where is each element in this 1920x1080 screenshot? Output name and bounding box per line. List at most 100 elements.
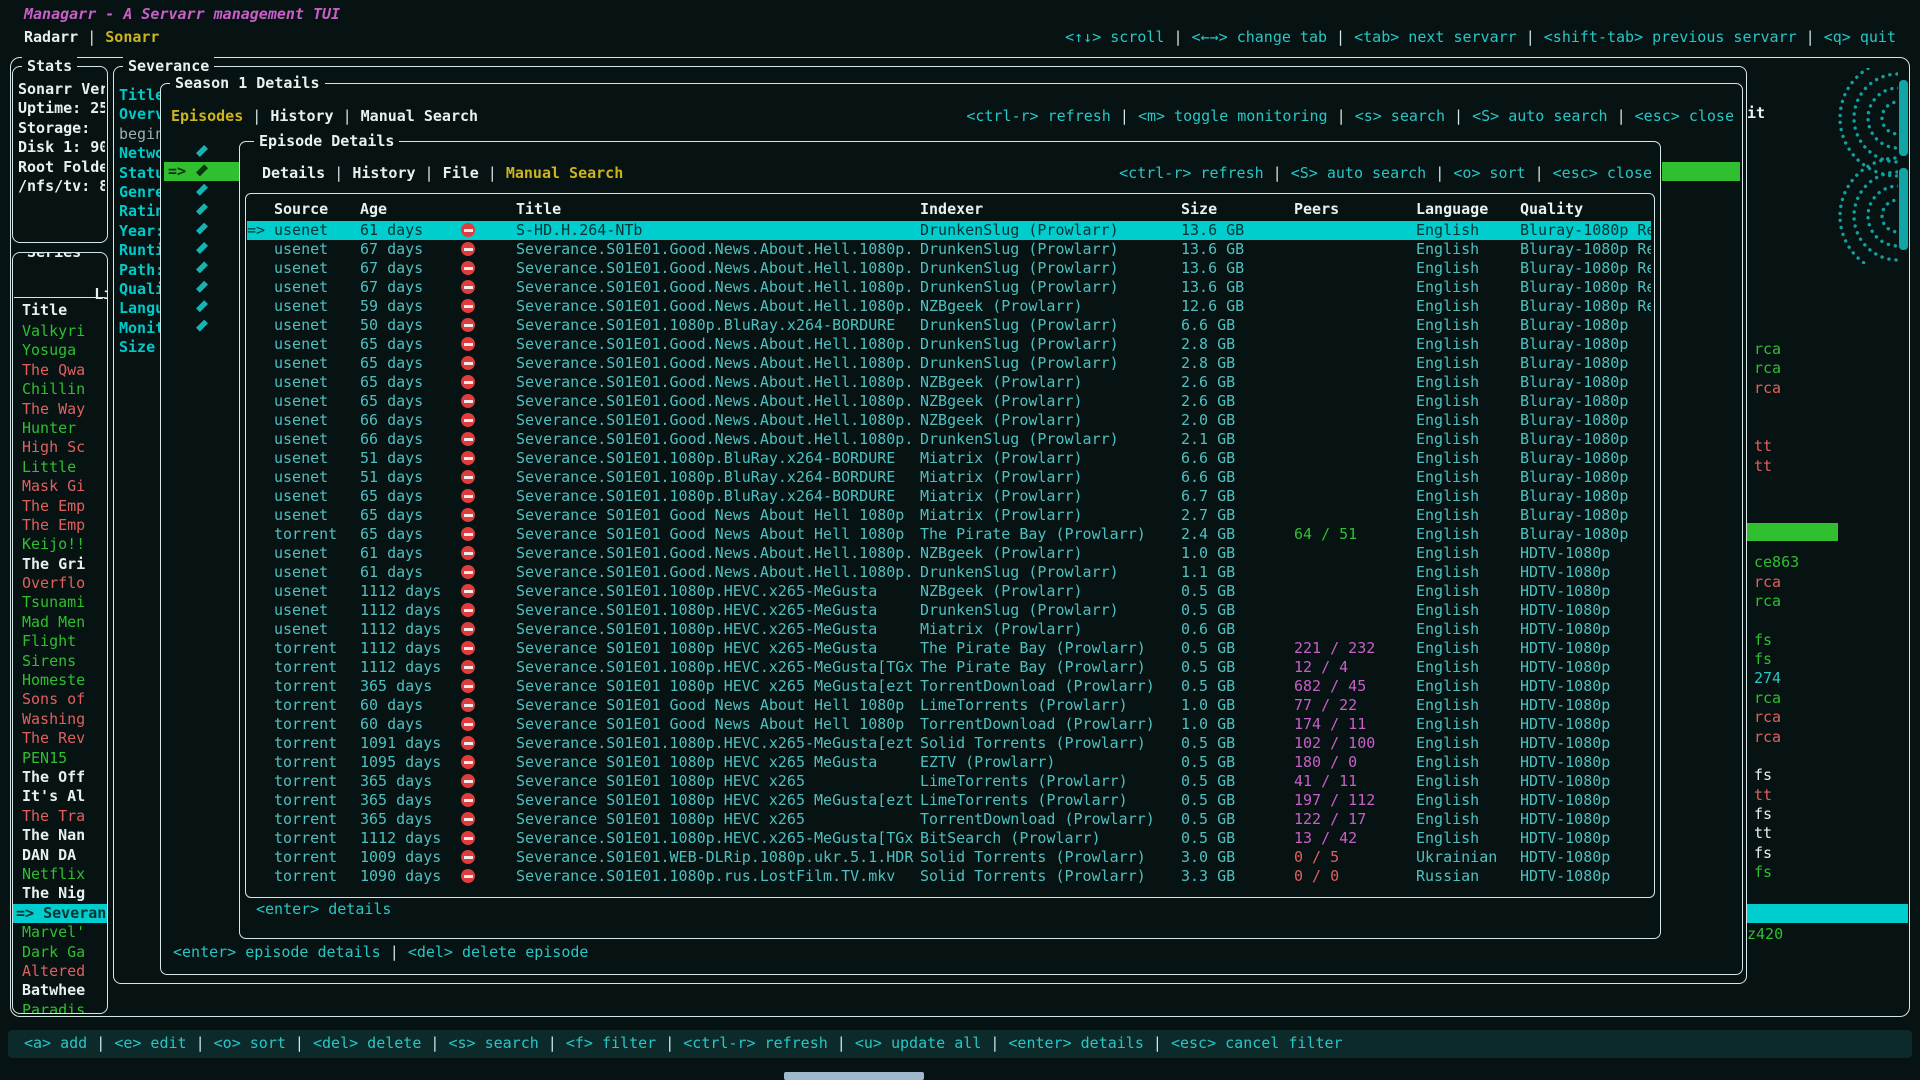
row-marker <box>247 373 274 392</box>
season-tab-history[interactable]: History <box>270 107 333 125</box>
episode-tab-details[interactable]: Details <box>262 164 325 182</box>
series-item-mask-gi[interactable]: Mask Gi <box>13 477 107 496</box>
release-row[interactable]: usenet65 daysSeverance.S01E01.Good.News.… <box>247 392 1651 411</box>
release-row[interactable]: usenet65 daysSeverance.S01E01.1080p.BluR… <box>247 487 1651 506</box>
release-row[interactable]: torrent365 daysSeverance S01E01 1080p HE… <box>247 810 1651 829</box>
release-row[interactable]: usenet61 daysSeverance.S01E01.Good.News.… <box>247 563 1651 582</box>
release-row[interactable]: usenet65 daysSeverance.S01E01.Good.News.… <box>247 373 1651 392</box>
series-item-the-gri[interactable]: The Gri <box>13 555 107 574</box>
series-item-chillin[interactable]: Chillin <box>13 380 107 399</box>
servarr-tab-sonarr[interactable]: Sonarr <box>105 28 159 46</box>
row-marker <box>247 867 274 886</box>
series-item-the-off[interactable]: The Off <box>13 768 107 787</box>
series-item-paradis[interactable]: Paradis <box>13 1001 107 1014</box>
release-row[interactable]: usenet66 daysSeverance.S01E01.Good.News.… <box>247 430 1651 449</box>
release-peers <box>1294 221 1416 240</box>
episode-tab-file[interactable]: File <box>443 164 479 182</box>
series-item-tsunami[interactable]: Tsunami <box>13 593 107 612</box>
series-item-homeste[interactable]: Homeste <box>13 671 107 690</box>
episode-tab-manual-search[interactable]: Manual Search <box>506 164 623 182</box>
series-item-high-sc[interactable]: High Sc <box>13 438 107 457</box>
series-item-flight[interactable]: Flight <box>13 632 107 651</box>
series-item-dan-da[interactable]: DAN DA <box>13 846 107 865</box>
selected-episode-row-fragment[interactable] <box>1662 162 1740 181</box>
release-peers: 221 / 232 <box>1294 639 1416 658</box>
release-row[interactable]: usenet59 daysSeverance.S01E01.Good.News.… <box>247 297 1651 316</box>
release-row[interactable]: torrent1112 daysSeverance.S01E01.1080p.H… <box>247 658 1651 677</box>
series-item-netflix[interactable]: Netflix <box>13 865 107 884</box>
servarr-tab-radarr[interactable]: Radarr <box>24 28 78 46</box>
series-item-the-way[interactable]: The Way <box>13 400 107 419</box>
release-row[interactable]: usenet67 daysSeverance.S01E01.Good.News.… <box>247 240 1651 259</box>
series-item-dark-ga[interactable]: Dark Ga <box>13 943 107 962</box>
series-item-it-s-al[interactable]: It's Al <box>13 787 107 806</box>
stats-line: /nfs/tv: 8 <box>18 177 105 196</box>
release-row[interactable]: usenet51 daysSeverance.S01E01.1080p.BluR… <box>247 449 1651 468</box>
series-item-sirens[interactable]: Sirens <box>13 652 107 671</box>
release-row[interactable]: torrent1112 daysSeverance.S01E01.1080p.H… <box>247 829 1651 848</box>
season-tab-manual-search[interactable]: Manual Search <box>361 107 478 125</box>
scrollbar-thumb[interactable] <box>1899 80 1908 156</box>
release-reject-cell <box>461 829 516 848</box>
release-row[interactable]: torrent365 daysSeverance S01E01 1080p HE… <box>247 772 1651 791</box>
release-row[interactable]: torrent60 daysSeverance S01E01 Good News… <box>247 696 1651 715</box>
release-row[interactable]: usenet65 daysSeverance S01E01 Good News … <box>247 506 1651 525</box>
series-item-the-emp[interactable]: The Emp <box>13 497 107 516</box>
rejected-icon <box>461 736 475 750</box>
episode-tab-history[interactable]: History <box>352 164 415 182</box>
release-row[interactable]: usenet65 daysSeverance.S01E01.Good.News.… <box>247 335 1651 354</box>
release-row[interactable]: usenet65 daysSeverance.S01E01.Good.News.… <box>247 354 1651 373</box>
row-marker <box>247 753 274 772</box>
release-language: English <box>1416 411 1520 430</box>
series-column-header: Title <box>13 301 67 320</box>
release-row[interactable]: usenet51 daysSeverance.S01E01.1080p.BluR… <box>247 468 1651 487</box>
release-quality: Bluray-1080p <box>1520 373 1651 392</box>
release-title: Severance.S01E01.1080p.HEVC.x265-MeGusta <box>516 582 920 601</box>
series-item-the-rev[interactable]: The Rev <box>13 729 107 748</box>
series-item-marvel-[interactable]: Marvel' <box>13 923 107 942</box>
series-item-the-qwa[interactable]: The Qwa <box>13 361 107 380</box>
release-size: 0.5 GB <box>1181 677 1294 696</box>
release-row[interactable]: torrent1090 daysSeverance.S01E01.1080p.r… <box>247 867 1651 886</box>
release-row[interactable]: torrent1009 daysSeverance.S01E01.WEB-DLR… <box>247 848 1651 867</box>
series-item-little[interactable]: Little <box>13 458 107 477</box>
release-row[interactable]: usenet1112 daysSeverance.S01E01.1080p.HE… <box>247 582 1651 601</box>
series-item-sons-of[interactable]: Sons of <box>13 690 107 709</box>
release-title: Severance S01E01 1080p HEVC x265 <box>516 810 920 829</box>
release-row[interactable]: usenet1112 daysSeverance.S01E01.1080p.HE… <box>247 620 1651 639</box>
release-row[interactable]: usenet61 daysSeverance.S01E01.Good.News.… <box>247 544 1651 563</box>
season-tab-episodes[interactable]: Episodes <box>171 107 243 125</box>
series-item-hunter[interactable]: Hunter <box>13 419 107 438</box>
release-row[interactable]: torrent1091 daysSeverance.S01E01.1080p.H… <box>247 734 1651 753</box>
release-row[interactable]: torrent1095 daysSeverance S01E01 1080p H… <box>247 753 1651 772</box>
release-row[interactable]: usenet50 daysSeverance.S01E01.1080p.BluR… <box>247 316 1651 335</box>
series-item-pen15[interactable]: PEN15 <box>13 749 107 768</box>
release-row[interactable]: torrent365 daysSeverance S01E01 1080p HE… <box>247 677 1651 696</box>
rejected-icon <box>461 660 475 674</box>
background-text-fragment: tt <box>1754 457 1772 476</box>
series-item-keijo-[interactable]: Keijo!! <box>13 535 107 554</box>
series-item-the-nan[interactable]: The Nan <box>13 826 107 845</box>
series-item-the-emp[interactable]: The Emp <box>13 516 107 535</box>
series-item-valkyri[interactable]: Valkyri <box>13 322 107 341</box>
series-item-the-tra[interactable]: The Tra <box>13 807 107 826</box>
series-item-overflo[interactable]: Overflo <box>13 574 107 593</box>
release-row[interactable]: torrent60 daysSeverance S01E01 Good News… <box>247 715 1651 734</box>
release-row[interactable]: usenet1112 daysSeverance.S01E01.1080p.HE… <box>247 601 1651 620</box>
series-item-washing[interactable]: Washing <box>13 710 107 729</box>
release-row[interactable]: usenet67 daysSeverance.S01E01.Good.News.… <box>247 259 1651 278</box>
release-row[interactable]: usenet66 daysSeverance.S01E01.Good.News.… <box>247 411 1651 430</box>
scrollbar-thumb[interactable] <box>1899 168 1908 250</box>
series-item-batwhee[interactable]: Batwhee <box>13 981 107 1000</box>
release-row[interactable]: torrent365 daysSeverance S01E01 1080p HE… <box>247 791 1651 810</box>
series-item-severan[interactable]: => Severan <box>13 904 107 923</box>
release-row[interactable]: usenet67 daysSeverance.S01E01.Good.News.… <box>247 278 1651 297</box>
series-item-mad-men[interactable]: Mad Men <box>13 613 107 632</box>
release-row[interactable]: torrent1112 daysSeverance S01E01 1080p H… <box>247 639 1651 658</box>
release-row[interactable]: =>usenet61 daysS-HD.H.264-NTbDrunkenSlug… <box>247 221 1651 240</box>
release-row[interactable]: torrent65 daysSeverance S01E01 Good News… <box>247 525 1651 544</box>
rejected-icon <box>461 831 475 845</box>
series-item-yosuga[interactable]: Yosuga <box>13 341 107 360</box>
series-item-the-nig[interactable]: The Nig <box>13 884 107 903</box>
series-item-altered[interactable]: Altered <box>13 962 107 981</box>
